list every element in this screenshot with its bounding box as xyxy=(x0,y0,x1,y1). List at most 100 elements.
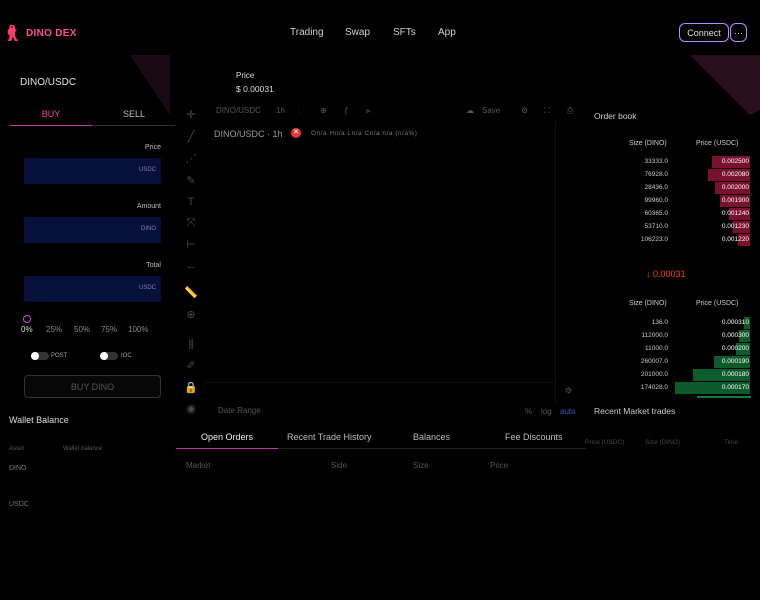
crosshair-tool-icon[interactable]: ✛ xyxy=(184,108,198,122)
back-arrow-icon[interactable]: ← xyxy=(184,259,198,273)
bid-size: 112000.0 xyxy=(641,332,668,339)
text-tool-icon[interactable]: T xyxy=(184,195,198,209)
buy-button[interactable]: BUY DINO xyxy=(24,375,161,398)
more-options-button[interactable]: ··· xyxy=(730,23,747,42)
bid-price: 0.000170 xyxy=(721,384,749,391)
bid-price: 0.000180 xyxy=(721,371,749,378)
ask-row[interactable]: 33333.0 0.002500 xyxy=(592,156,752,169)
fib-tool-icon[interactable]: ⋰ xyxy=(184,152,198,166)
ask-row[interactable]: 53710.0 0.001230 xyxy=(592,221,752,234)
ask-row[interactable]: 28436.0 0.002000 xyxy=(592,182,752,195)
percent-option-0[interactable]: 0% xyxy=(21,325,33,334)
ask-row[interactable]: 76928.0 0.002080 xyxy=(592,169,752,182)
bid-price: 0.000310 xyxy=(721,319,749,326)
tab-sell[interactable]: SELL xyxy=(93,106,175,126)
nav-sfts[interactable]: SFTs xyxy=(393,27,416,38)
cloud-icon[interactable]: ☁ xyxy=(466,106,474,115)
total-unit: USDC xyxy=(138,285,156,291)
zoom-in-tool-icon[interactable]: ⊕ xyxy=(184,308,198,322)
chart-symbol[interactable]: DINO/USDC xyxy=(216,106,261,115)
projection-tool-icon[interactable]: ⊢ xyxy=(184,238,198,252)
bid-row[interactable]: 136.0 0.000310 xyxy=(592,317,752,330)
add-indicator-icon[interactable]: ⊕ xyxy=(320,106,327,115)
indicators-icon[interactable]: ƒ xyxy=(344,106,348,115)
bid-price: 0.000200 xyxy=(721,345,749,352)
ask-row[interactable]: 99960.0 0.001900 xyxy=(592,195,752,208)
ask-price: 0.001900 xyxy=(721,197,749,204)
tabs-divider xyxy=(278,448,586,449)
rmt-col-size: Size (DINO) xyxy=(645,439,681,446)
log-scale-toggle[interactable]: log xyxy=(541,407,552,416)
lock-icon[interactable]: 🔒 xyxy=(184,381,198,395)
ioc-toggle[interactable] xyxy=(100,352,118,360)
error-icon: ✕ xyxy=(291,128,301,138)
chart-interval[interactable]: 1h xyxy=(276,106,285,115)
nav-trading[interactable]: Trading xyxy=(290,27,324,38)
amount-input[interactable]: DINO xyxy=(24,217,161,243)
post-toggle[interactable] xyxy=(31,352,49,360)
percent-option-75[interactable]: 75% xyxy=(101,325,117,334)
nav-swap[interactable]: Swap xyxy=(345,27,370,38)
ask-row[interactable]: 106223.0 0.001220 xyxy=(592,234,752,247)
chart-settings-icon[interactable]: ⚙ xyxy=(565,386,572,395)
tab-open-orders[interactable]: Open Orders xyxy=(201,432,253,442)
bid-row[interactable]: 260007.0 0.000190 xyxy=(592,356,752,369)
amount-unit: DINO xyxy=(141,226,156,232)
tab-balances[interactable]: Balances xyxy=(413,432,450,442)
brand-logo[interactable]: DINO DEX xyxy=(6,24,77,42)
amount-field-label: Amount xyxy=(136,203,161,210)
tab-buy[interactable]: BUY xyxy=(10,106,92,126)
bid-row[interactable]: 174028.0 0.000170 xyxy=(592,382,752,395)
col-side: Side xyxy=(331,461,348,470)
post-toggle-label: POST xyxy=(51,353,68,359)
bid-row[interactable]: 11000.0 0.000200 xyxy=(592,343,752,356)
trendline-tool-icon[interactable]: ╱ xyxy=(184,130,198,144)
ruler-tool-icon[interactable]: 📏 xyxy=(184,286,198,300)
ob-col-price: Price (USDC) xyxy=(696,140,739,147)
price-field-label: Price xyxy=(145,144,161,151)
nav-app[interactable]: App xyxy=(438,27,456,38)
connect-button[interactable]: Connect xyxy=(679,23,729,42)
ask-size: 53710.0 xyxy=(644,223,669,230)
brand-name: DINO DEX xyxy=(26,27,77,39)
percent-option-50[interactable]: 50% xyxy=(74,325,90,334)
ask-size: 33333.0 xyxy=(644,158,669,165)
tab-fee-discounts[interactable]: Fee Discounts xyxy=(505,432,563,442)
market-pair[interactable]: DINO/USDC xyxy=(20,77,76,88)
rmt-col-time: Time xyxy=(724,439,739,446)
draw-mode-icon[interactable]: ✐ xyxy=(184,359,198,373)
bid-size: 136.0 xyxy=(651,319,668,326)
settings-gear-icon[interactable]: ⚙ xyxy=(521,106,528,115)
percent-scale-toggle[interactable]: % xyxy=(525,407,532,416)
rmt-col-price: Price (USDC) xyxy=(585,439,625,446)
brush-tool-icon[interactable]: ✎ xyxy=(184,174,198,188)
col-market: Market xyxy=(186,461,211,470)
chart-type-icon[interactable]: ⫶ xyxy=(298,106,300,116)
fullscreen-icon[interactable]: ⛶ xyxy=(544,106,550,116)
tab-recent-trade-history[interactable]: Recent Trade History xyxy=(287,432,372,442)
save-button[interactable]: Save xyxy=(482,106,500,115)
percent-slider-handle[interactable] xyxy=(23,315,31,323)
ob-bids-col-price: Price (USDC) xyxy=(696,300,739,307)
camera-icon[interactable]: ⎙ xyxy=(567,106,573,116)
price-input[interactable]: USDC xyxy=(24,158,161,184)
magnet-tool-icon[interactable]: ⫼ xyxy=(184,338,198,352)
percent-option-25[interactable]: 25% xyxy=(46,325,62,334)
date-range-button[interactable]: Date Range xyxy=(218,406,261,415)
auto-scale-toggle[interactable]: auto xyxy=(560,407,576,416)
bid-price: 0.000300 xyxy=(721,332,749,339)
pattern-tool-icon[interactable]: ⤧ xyxy=(184,216,198,230)
dino-icon xyxy=(7,24,18,41)
percent-option-100[interactable]: 100% xyxy=(128,325,148,334)
price-label: Price xyxy=(236,71,255,80)
ask-row[interactable]: 60365.0 0.001240 xyxy=(592,208,752,221)
ob-col-size: Size (DINO) xyxy=(629,140,667,147)
bid-size: 201000.0 xyxy=(640,371,668,378)
bid-row[interactable]: 112000.0 0.000300 xyxy=(592,330,752,343)
eye-icon[interactable]: ◉ xyxy=(184,402,198,416)
templates-icon[interactable]: ⫸ xyxy=(366,106,371,116)
bid-row[interactable]: 201000.0 0.000180 xyxy=(592,369,752,382)
total-input[interactable]: USDC xyxy=(24,276,161,302)
time-axis-divider xyxy=(206,382,556,383)
wallet-col-balance: Wallet balance xyxy=(63,446,103,452)
